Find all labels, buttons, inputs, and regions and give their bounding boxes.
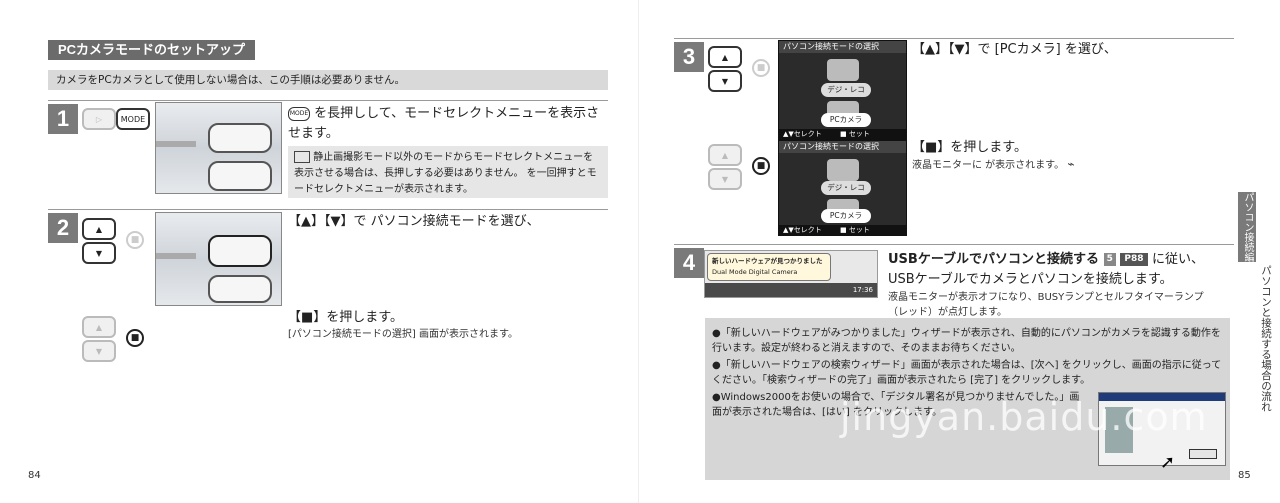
step3-press-text: 【■】を押します。 — [912, 140, 1027, 155]
step2-instruction: 【▲】【▼】で パソコン接続モードを選び、 — [288, 214, 540, 229]
screen-title: パソコン接続モードの選択 — [779, 141, 906, 153]
menu-item-pccamera: PCカメラ — [821, 209, 871, 223]
mode-inline-icon: MODE — [288, 106, 310, 121]
taskbar: 17:36 — [705, 283, 877, 297]
page-number-left: 84 — [28, 470, 41, 481]
menu-item-digicam: デジ・レコ — [821, 181, 871, 195]
set-button-inactive-icon: ■ — [752, 59, 770, 77]
menu-item-pccamera: PCカメラ — [821, 113, 871, 127]
balloon-tip: 新しいハードウェアが見つかりました Dual Mode Digital Came… — [707, 253, 831, 281]
step1-note: 静止画撮影モード以外のモードからモードセレクトメニューを表示させる場合は、長押し… — [288, 146, 608, 198]
step4-title-after: に従い、 — [1152, 252, 1205, 267]
status-set: ■ セット — [840, 226, 870, 234]
screen-title: パソコン接続モードの選択 — [779, 41, 906, 53]
step4-line2: USBケーブルでカメラとパソコンを接続します。 — [888, 272, 1173, 287]
step1-instruction: MODE を長押しして、モードセレクトメニューを表示させます。 — [288, 104, 608, 144]
mouse-cursor-icon: ➚ — [1160, 452, 1176, 473]
step3-sub-text: 液晶モニターに が表示されます。 ⌁ — [912, 157, 1232, 173]
up-button-icon: ▲ — [82, 218, 116, 240]
camera-screen-step3b: パソコン接続モードの選択 デジ・レコ PCカメラ ▲▼セレクト ■ セット — [778, 140, 907, 236]
camera-menu-icon — [827, 59, 859, 81]
page-number-right: 85 — [1238, 470, 1251, 481]
step-number-3: 3 — [674, 42, 704, 72]
down-button-icon: ▼ — [82, 242, 116, 264]
dialog-yes-button[interactable] — [1189, 449, 1217, 459]
screen-statusbar: ▲▼セレクト ■ セット — [779, 129, 906, 139]
step-number-4: 4 — [674, 248, 704, 278]
down-button-inactive-icon: ▼ — [82, 340, 116, 362]
step4-title: USBケーブルでパソコンと接続する 5 P88 に従い、 — [888, 250, 1233, 270]
balloon-body: Dual Mode Digital Camera — [712, 268, 798, 276]
ref-page-badge[interactable]: P88 — [1120, 253, 1148, 266]
bullet-1: 「新しいハードウェアがみつかりました」ウィザードが表示され、自動的にパソコンがカ… — [712, 328, 1221, 354]
up-button-inactive-icon: ▲ — [708, 144, 742, 166]
set-button-icon: ■ — [126, 329, 144, 347]
divider — [48, 100, 608, 101]
down-button-inactive-icon: ▼ — [708, 168, 742, 190]
side-text: パソコンと接続する場合の流れ — [1260, 265, 1272, 412]
mode-button-icon: MODE — [116, 108, 150, 130]
step1-text: を長押しして、モードセレクトメニューを表示させます。 — [288, 106, 600, 141]
pc-connect-icon — [208, 235, 272, 267]
status-select: ▲▼セレクト — [783, 226, 822, 234]
set-button-icon: ■ — [752, 157, 770, 175]
camera-screen-step1 — [155, 102, 282, 194]
mode-button-label: MODE — [120, 114, 146, 124]
divider — [674, 244, 1234, 245]
status-select: ▲▼セレクト — [783, 130, 822, 138]
usb-plug-icon: ⌁ — [1067, 157, 1075, 171]
windows-notification: 新しいハードウェアが見つかりました Dual Mode Digital Came… — [704, 250, 878, 298]
play-mode-icon — [208, 275, 272, 303]
bullet-2: 「新しいハードウェアの検索ウィザード」画面が表示された場合は、[次へ] をクリッ… — [712, 360, 1222, 386]
play-button-icon: ▷ — [82, 108, 116, 130]
section-title: PCカメラモードのセットアップ — [48, 40, 256, 60]
page-gutter — [638, 0, 639, 503]
side-tab: パソコン接続編 — [1238, 192, 1256, 262]
list-item: ●「新しいハードウェアの検索ウィザード」画面が表示された場合は、[次へ] をクリ… — [712, 360, 1222, 386]
divider — [48, 209, 608, 210]
up-button-inactive-icon: ▲ — [82, 316, 116, 338]
step4-sub: 液晶モニターが表示オフになり、BUSYランプとセルフタイマーランプ（レッド）が点… — [888, 292, 1204, 318]
status-set: ■ セット — [840, 130, 870, 138]
step2-press-text: 【■】を押します。 — [288, 310, 403, 325]
set-button-inactive-icon: ■ — [126, 231, 144, 249]
step-number-2: 2 — [48, 213, 78, 243]
step-number-1: 1 — [48, 104, 78, 134]
step3-sub: 液晶モニターに が表示されます。 — [912, 160, 1065, 171]
camera-mode-icon — [208, 161, 272, 191]
step1-note-text: 静止画撮影モード以外のモードからモードセレクトメニューを表示させる場合は、長押し… — [294, 152, 597, 195]
up-button-icon: ▲ — [708, 46, 742, 68]
ref-chapter-badge: 5 — [1103, 253, 1116, 266]
divider — [674, 38, 1234, 39]
camera-icon — [294, 151, 310, 163]
camera-screen-step3a: パソコン接続モードの選択 デジ・レコ PCカメラ ▲▼セレクト ■ セット — [778, 40, 907, 140]
menu-item-digicam: デジ・レコ — [821, 83, 871, 97]
step2-sub-text: [パソコン接続モードの選択] 画面が表示されます。 — [288, 329, 518, 340]
step3-instruction: 【▲】【▼】で [PCカメラ] を選び、 — [912, 42, 1117, 57]
watermark: jingyan.baidu.com — [840, 395, 1208, 439]
mode-icon — [208, 123, 272, 153]
note-bar: カメラをPCカメラとして使用しない場合は、この手順は必要ありません。 — [48, 70, 608, 90]
step4-title-text: USBケーブルでパソコンと接続する — [888, 252, 1100, 267]
balloon-title: 新しいハードウェアが見つかりました — [712, 257, 823, 265]
list-item: ●「新しいハードウェアがみつかりました」ウィザードが表示され、自動的にパソコンが… — [712, 328, 1221, 354]
screen-statusbar: ▲▼セレクト ■ セット — [779, 225, 906, 235]
camera-menu-icon — [827, 159, 859, 181]
down-button-icon: ▼ — [708, 70, 742, 92]
taskbar-clock: 17:36 — [852, 286, 873, 294]
camera-screen-step2 — [155, 212, 282, 306]
